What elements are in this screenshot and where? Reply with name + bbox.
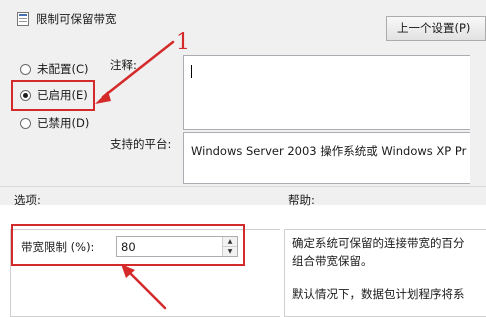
arrow-to-enabled-icon xyxy=(101,40,175,99)
annotation-arrows xyxy=(95,40,175,310)
arrow-to-bandwidth-icon xyxy=(126,269,167,310)
